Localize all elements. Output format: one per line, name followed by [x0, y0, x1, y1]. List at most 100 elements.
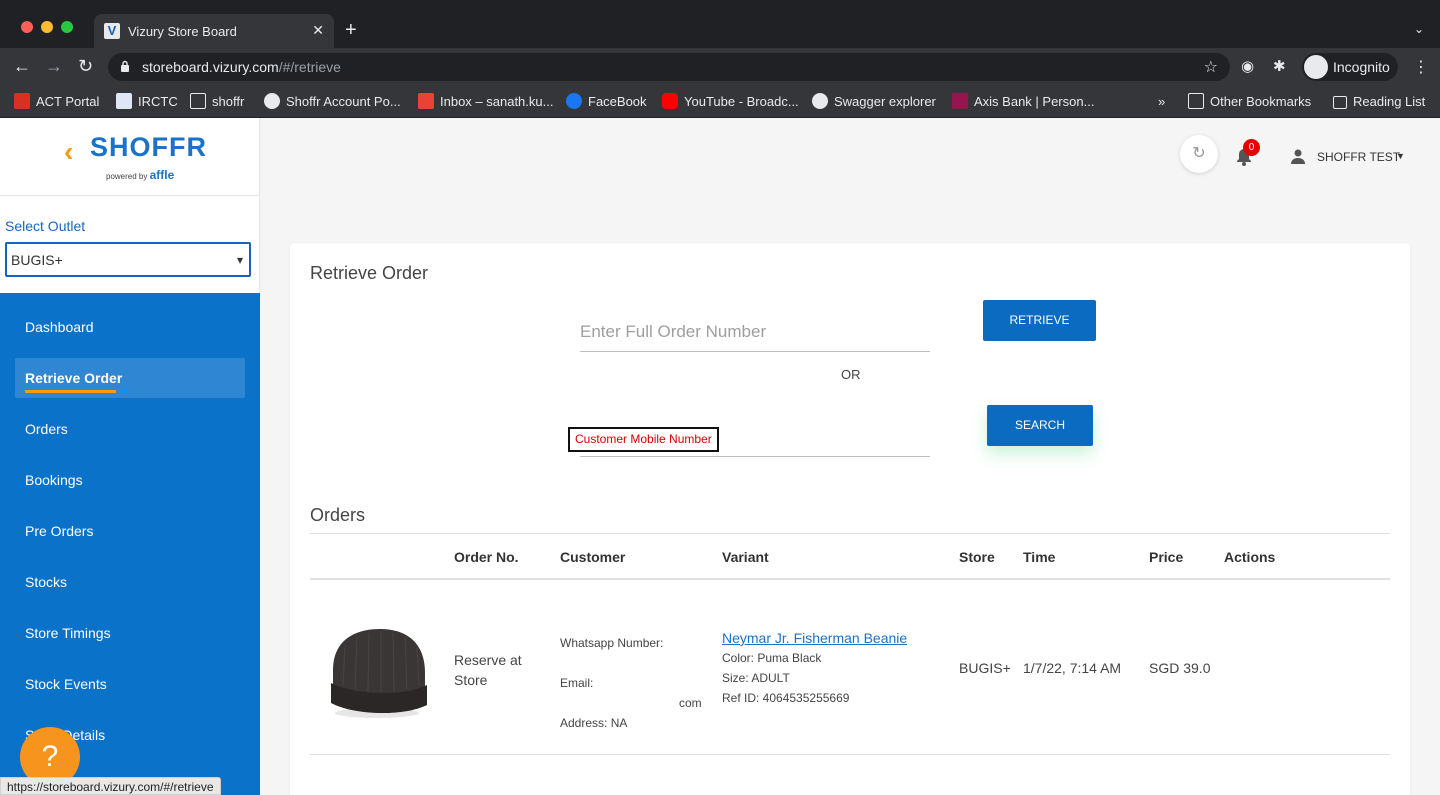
retrieve-button[interactable]: RETRIEVE [983, 300, 1096, 341]
browser-menu-icon[interactable]: ⋮ [1413, 57, 1429, 77]
incognito-icon [1304, 55, 1328, 79]
search-button[interactable]: SEARCH [987, 405, 1093, 446]
incognito-indicator[interactable]: Incognito [1302, 53, 1398, 81]
chevron-down-icon: ▾ [236, 253, 243, 267]
order-number-input[interactable] [580, 312, 930, 342]
reload-icon[interactable]: ↻ [78, 57, 93, 75]
sidebar-divider [0, 195, 259, 196]
sidebar-nav: Dashboard Retrieve Order Orders Bookings… [0, 293, 260, 795]
puzzle-extensions-icon[interactable]: ✱ [1273, 58, 1286, 76]
customer-mobile-label: Customer Mobile Number [568, 427, 719, 452]
brand-name: SHOFFR [90, 132, 207, 162]
new-tab-icon[interactable]: + [345, 20, 357, 40]
bookmark-axis-bank[interactable]: Axis Bank | Person... [952, 92, 1094, 112]
globe-icon [812, 93, 828, 109]
user-icon [1291, 149, 1305, 164]
bookmark-inbox[interactable]: Inbox – sanath.ku... [418, 92, 553, 112]
tab-title: Vizury Store Board [128, 24, 237, 39]
bookmark-irctc[interactable]: IRCTC [116, 92, 178, 112]
browser-tab[interactable]: V Vizury Store Board ✕ [94, 14, 334, 48]
youtube-icon [662, 93, 678, 109]
bookmark-star-icon[interactable]: ☆ [1204, 57, 1218, 77]
orders-title: Orders [310, 505, 366, 525]
table-top-border [310, 533, 1390, 534]
user-menu[interactable]: SHOFFR TEST [1317, 150, 1400, 164]
bookmark-shoffr[interactable]: shoffr [190, 92, 244, 112]
refresh-icon[interactable]: ↻ [1180, 135, 1218, 173]
close-window-button[interactable] [21, 21, 33, 33]
col-store: Store [959, 549, 995, 565]
irctc-icon [116, 93, 132, 109]
select-outlet-label: Select Outlet [5, 218, 86, 234]
forward-arrow-icon[interactable]: → [45, 57, 63, 75]
sidebar-item-stock-events[interactable]: Stock Events [15, 664, 245, 704]
outlet-select[interactable]: BUGIS+ ▾ [5, 242, 251, 277]
extension-icon[interactable]: ◉ [1241, 58, 1254, 76]
sidebar-item-retrieve-order[interactable]: Retrieve Order [15, 358, 245, 398]
customer-address: Address: NA [560, 716, 628, 730]
url-text: storeboard.vizury.com/#/retrieve [142, 59, 341, 75]
col-customer: Customer [560, 549, 626, 565]
browser-tab-bar: V Vizury Store Board ✕ + ⌄ [0, 0, 1440, 48]
close-tab-icon[interactable]: ✕ [312, 22, 324, 39]
shoffr-logo[interactable]: ‹ SHOFFR powered by affle [64, 132, 206, 184]
other-bookmarks[interactable]: Other Bookmarks [1188, 92, 1311, 112]
sidebar-item-dashboard[interactable]: Dashboard [15, 307, 245, 347]
act-icon [14, 93, 30, 109]
order-number-field[interactable] [580, 312, 930, 352]
status-bar-url: https://storeboard.vizury.com/#/retrieve [0, 777, 221, 795]
sidebar-item-pre-orders[interactable]: Pre Orders [15, 511, 245, 551]
col-actions: Actions [1224, 549, 1276, 565]
customer-email-tail: com [679, 696, 702, 710]
folder-icon [1188, 93, 1204, 109]
sidebar-item-bookings[interactable]: Bookings [15, 460, 245, 500]
powered-by: powered by affle [106, 168, 175, 182]
axis-icon [952, 93, 968, 109]
gmail-icon [418, 93, 434, 109]
sidebar-item-store-timings[interactable]: Store Timings [15, 613, 245, 653]
bookmarks-overflow-icon[interactable]: » [1158, 92, 1165, 112]
outlet-select-value: BUGIS+ [11, 252, 63, 268]
back-arrow-icon[interactable]: ← [13, 57, 31, 75]
order-type: Reserve at Store [454, 652, 522, 688]
order-time: 1/7/22, 7:14 AM [1023, 660, 1122, 676]
variant-link[interactable]: Neymar Jr. Fisherman Beanie [722, 630, 907, 646]
sidebar-item-stocks[interactable]: Stocks [15, 562, 245, 602]
lock-icon [121, 60, 129, 72]
maximize-window-button[interactable] [61, 21, 73, 33]
order-price: SGD 39.0 [1149, 660, 1211, 676]
facebook-icon [566, 93, 582, 109]
active-underline [25, 390, 116, 393]
minimize-window-button[interactable] [41, 21, 53, 33]
beanie-image [331, 629, 427, 718]
browser-toolbar: ← → ↻ storeboard.vizury.com/#/retrieve ☆… [0, 48, 1440, 86]
bookmark-shoffr-account[interactable]: Shoffr Account Po... [264, 92, 401, 112]
bookmark-facebook[interactable]: FaceBook [566, 92, 647, 112]
address-bar[interactable]: storeboard.vizury.com/#/retrieve ☆ [108, 53, 1230, 81]
table-header-border [310, 578, 1390, 580]
variant-ref-id: Ref ID: 4064535255669 [722, 691, 850, 705]
customer-email: Email: [560, 676, 594, 690]
bookmark-swagger[interactable]: Swagger explorer [812, 92, 936, 112]
bookmark-act-portal[interactable]: ACT Portal [14, 92, 99, 112]
reading-list[interactable]: Reading List [1333, 92, 1425, 112]
col-order-no: Order No. [454, 549, 519, 565]
sidebar-item-orders[interactable]: Orders [15, 409, 245, 449]
order-store: BUGIS+ [959, 660, 1011, 676]
vizury-favicon-icon: V [104, 23, 120, 39]
col-time: Time [1023, 549, 1056, 565]
page-title: Retrieve Order [310, 263, 429, 283]
tab-search-chevron-icon[interactable]: ⌄ [1414, 22, 1424, 36]
incognito-label: Incognito [1333, 59, 1390, 75]
globe-icon [264, 93, 280, 109]
or-separator: OR [841, 367, 861, 382]
reading-list-icon [1333, 96, 1347, 109]
bookmark-youtube[interactable]: YouTube - Broadc... [662, 92, 799, 112]
user-menu-chevron-icon[interactable]: ▼ [1396, 151, 1405, 161]
logo-chevron-icon: ‹ [64, 136, 74, 167]
col-variant: Variant [722, 549, 769, 565]
variant-size: Size: ADULT [722, 671, 790, 685]
variant-color: Color: Puma Black [722, 651, 822, 665]
col-price: Price [1149, 549, 1184, 565]
customer-whatsapp: Whatsapp Number: [560, 636, 664, 650]
